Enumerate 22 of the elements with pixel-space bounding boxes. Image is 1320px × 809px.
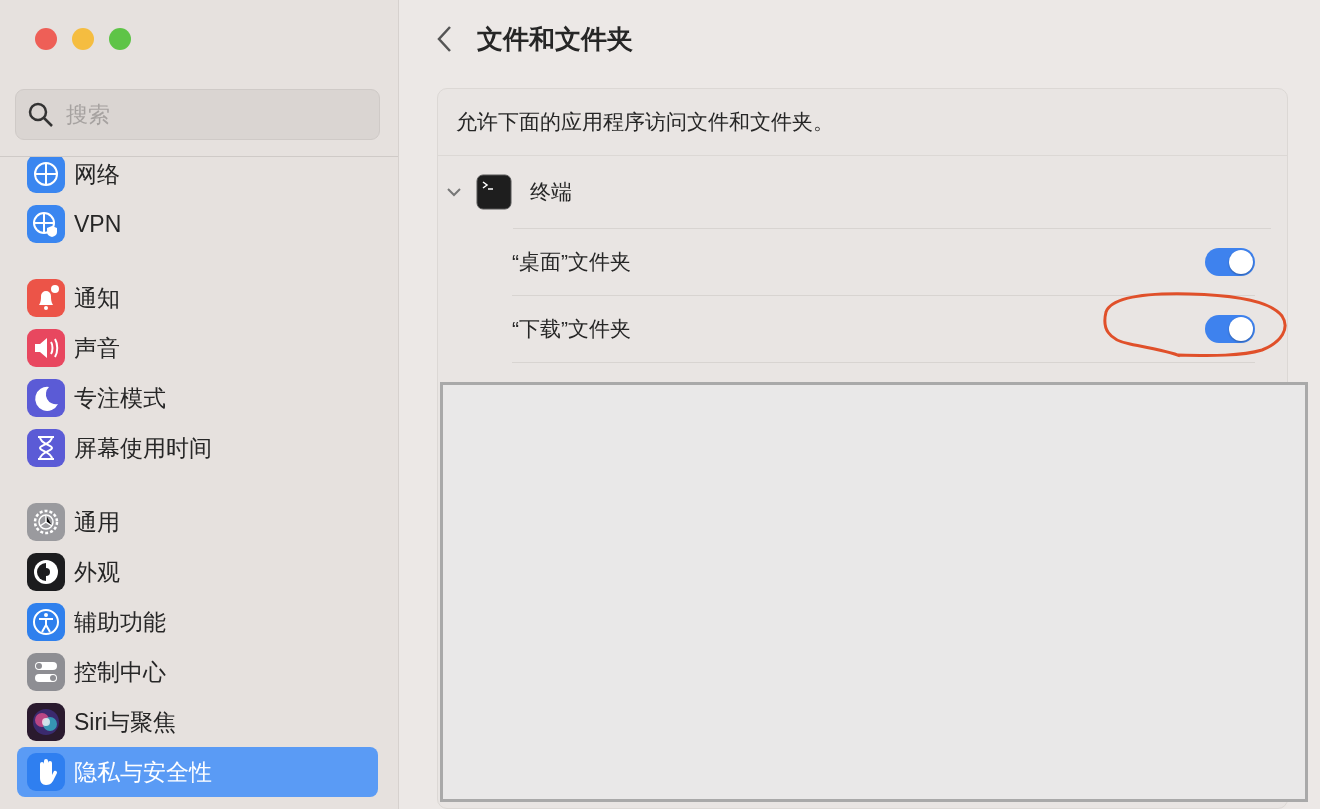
description-text: 允许下面的应用程序访问文件和文件夹。 (456, 109, 834, 135)
folder-label: “下载”文件夹 (512, 316, 631, 342)
sidebar-item[interactable]: 通知 (17, 273, 378, 323)
window-title: 文件和文件夹 (477, 22, 633, 56)
sidebar-item[interactable]: 辅助功能 (17, 597, 378, 647)
sidebar-item[interactable]: 声音 (17, 323, 378, 373)
chevron-icon[interactable] (446, 186, 462, 198)
app-name: 终端 (530, 179, 572, 205)
search-icon (28, 101, 54, 128)
sidebar-item[interactable]: 屏幕使用时间 (17, 423, 378, 473)
sidebar-item[interactable]: 外观 (17, 547, 378, 597)
sidebar-item[interactable]: 控制中心 (17, 647, 378, 697)
sidebar-item[interactable]: Siri与聚焦 (17, 697, 378, 747)
folder-label: “桌面”文件夹 (512, 249, 631, 275)
sidebar-item[interactable]: 专注模式 (17, 373, 378, 423)
sidebar-item[interactable]: 通用 (17, 497, 378, 547)
toggle-switch[interactable] (1205, 315, 1255, 343)
terminal-icon (476, 174, 512, 210)
toggle-switch[interactable] (1205, 248, 1255, 276)
sidebar-item[interactable]: 网络 (17, 157, 378, 199)
close-button[interactable] (35, 28, 57, 50)
sidebar-item[interactable]: VPN (17, 199, 378, 249)
